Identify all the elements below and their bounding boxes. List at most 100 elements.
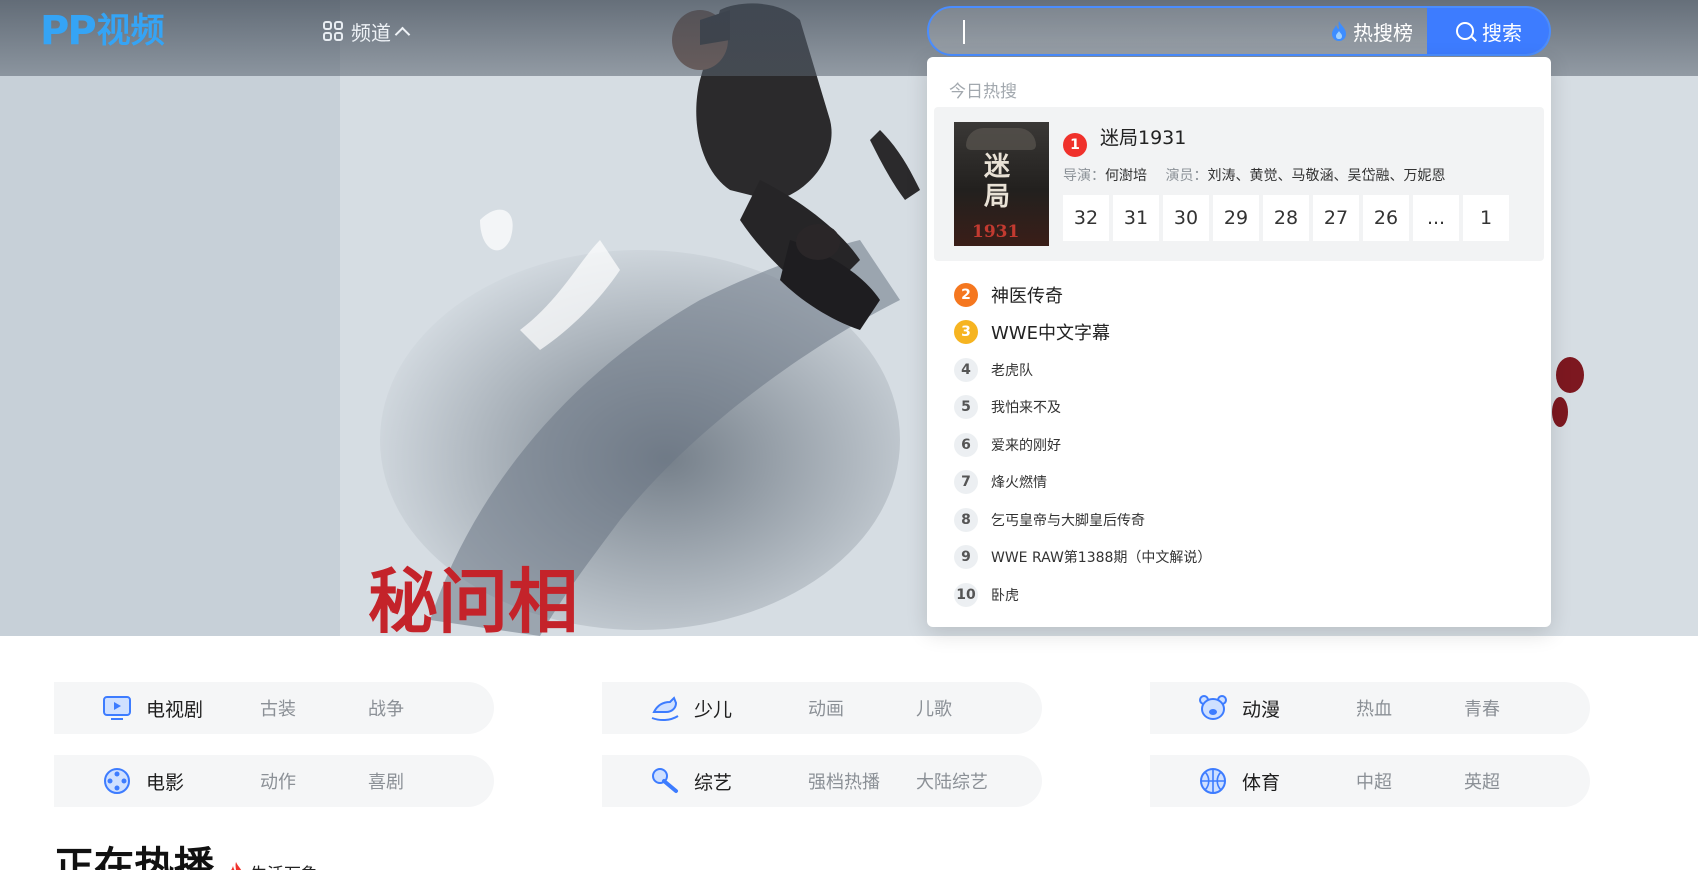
poster-title: 迷局 — [984, 152, 1011, 212]
hot-search-dropdown: 今日热搜 迷局 1931 1 迷局1931 导演：何澍培 演员：刘涛、黄觉、马敬… — [927, 57, 1551, 627]
subcategory-link[interactable]: 中超 — [1356, 768, 1392, 794]
basketball-icon — [1200, 768, 1226, 794]
rank-item-name: WWE中文字幕 — [991, 323, 1110, 345]
rank-badge: 1 — [1063, 133, 1087, 157]
list-item[interactable]: 6 爱来的刚好 — [954, 426, 1534, 464]
section-tag-label: 生活万象 — [250, 860, 318, 870]
subcategory-link[interactable]: 大陆综艺 — [916, 768, 988, 794]
rank-item-name: 老虎队 — [991, 362, 1033, 379]
rank-badge: 10 — [954, 582, 978, 607]
rank-badge: 7 — [954, 470, 978, 495]
section-tag[interactable]: 生活万象 — [228, 860, 318, 870]
list-item[interactable]: 4 老虎队 — [954, 351, 1534, 389]
poster-year: 1931 — [972, 222, 1020, 242]
rank-badge: 5 — [954, 395, 978, 420]
subcategory-link[interactable]: 喜剧 — [368, 768, 404, 794]
rank-item-name: 卧虎 — [991, 587, 1019, 604]
search-bar: 热搜榜 搜索 — [927, 6, 1551, 56]
subcategory-link[interactable]: 动画 — [808, 695, 844, 721]
grid-icon — [323, 21, 343, 41]
hero-title-art: 秘问相 — [368, 560, 578, 636]
section-title: 正在热播 — [54, 844, 214, 870]
director-label: 导演： — [1063, 168, 1105, 184]
rank-item-name: 乞丐皇帝与大脚皇后传奇 — [991, 512, 1145, 529]
featured-hot-item[interactable]: 迷局 1931 1 迷局1931 导演：何澍培 演员：刘涛、黄觉、马敬涵、吴岱融… — [934, 107, 1544, 261]
subcategory-link[interactable]: 青春 — [1464, 695, 1500, 721]
rank-badge: 9 — [954, 545, 978, 570]
channel-label: 频道 — [351, 20, 391, 45]
list-item[interactable]: 9 WWE RAW第1388期（中文解说） — [954, 539, 1534, 577]
search-button[interactable]: 搜索 — [1427, 8, 1549, 54]
flame-icon — [230, 861, 242, 870]
featured-meta: 导演：何澍培 演员：刘涛、黄觉、马敬涵、吴岱融、万妮恩 — [1063, 165, 1445, 185]
list-item[interactable]: 2 神医传奇 — [954, 276, 1534, 314]
subcategory-link[interactable]: 英超 — [1464, 768, 1500, 794]
rank-item-name: 我怕来不及 — [991, 400, 1061, 417]
episode-button[interactable]: 28 — [1263, 195, 1309, 241]
category-sports: 体育 中超 英超 — [1150, 755, 1590, 807]
category-link[interactable]: 电视剧 — [146, 695, 203, 722]
channel-menu-button[interactable]: 频道 — [323, 18, 411, 45]
subcategory-link[interactable]: 强档热播 — [808, 768, 880, 794]
category-link[interactable]: 少儿 — [694, 695, 732, 722]
dropdown-title: 今日热搜 — [949, 82, 1017, 102]
director-name[interactable]: 何澍培 — [1105, 168, 1147, 184]
subcategory-link[interactable]: 战争 — [368, 695, 404, 721]
subcategory-link[interactable]: 热血 — [1356, 695, 1392, 721]
rank-badge: 2 — [954, 282, 978, 307]
subcategory-link[interactable]: 古装 — [260, 695, 296, 721]
tv-icon — [103, 696, 131, 720]
featured-poster[interactable]: 迷局 1931 — [954, 122, 1049, 246]
list-item[interactable]: 5 我怕来不及 — [954, 389, 1534, 427]
subcategory-link[interactable]: 儿歌 — [916, 695, 952, 721]
text-caret — [963, 20, 965, 44]
episode-list: 32 31 30 29 28 27 26 ... 1 — [1063, 195, 1509, 241]
category-link[interactable]: 综艺 — [694, 768, 732, 795]
rank-item-name: 神医传奇 — [991, 285, 1063, 307]
hot-rank-list: 2 神医传奇 3 WWE中文字幕 4 老虎队 5 我怕来不及 6 爱来的刚好 7… — [954, 276, 1534, 614]
list-item[interactable]: 3 WWE中文字幕 — [954, 314, 1534, 352]
microphone-icon — [652, 768, 678, 793]
site-logo[interactable]: PP 视频 — [40, 10, 165, 52]
list-item[interactable]: 7 烽火燃情 — [954, 464, 1534, 502]
episode-button[interactable]: 27 — [1313, 195, 1359, 241]
cast-names[interactable]: 刘涛、黄觉、马敬涵、吴岱融、万妮恩 — [1207, 168, 1445, 184]
hot-search-label: 热搜榜 — [1353, 20, 1413, 45]
episode-button[interactable]: 1 — [1463, 195, 1509, 241]
film-reel-icon — [104, 768, 130, 794]
list-item[interactable]: 8 乞丐皇帝与大脚皇后传奇 — [954, 501, 1534, 539]
search-icon — [1456, 22, 1474, 40]
rocking-horse-icon — [651, 696, 679, 722]
list-item[interactable]: 10 卧虎 — [954, 576, 1534, 614]
featured-title[interactable]: 迷局1931 — [1100, 123, 1186, 150]
rank-badge: 4 — [954, 357, 978, 382]
hot-search-link[interactable]: 热搜榜 — [1331, 17, 1413, 46]
rank-badge: 8 — [954, 507, 978, 532]
category-link[interactable]: 体育 — [1242, 768, 1280, 795]
episode-button[interactable]: 31 — [1113, 195, 1159, 241]
rank-item-name: 爱来的刚好 — [991, 437, 1061, 454]
episode-button[interactable]: 30 — [1163, 195, 1209, 241]
logo-mark: PP — [40, 8, 97, 54]
episode-more-button[interactable]: ... — [1413, 195, 1459, 241]
rank-badge: 6 — [954, 432, 978, 457]
poster-figures — [966, 128, 1036, 150]
rank-badge: 3 — [954, 320, 978, 345]
category-kids: 少儿 动画 儿歌 — [602, 682, 1042, 734]
episode-button[interactable]: 32 — [1063, 195, 1109, 241]
rank-item-name: 烽火燃情 — [991, 475, 1047, 492]
category-variety: 综艺 强档热播 大陆综艺 — [602, 755, 1042, 807]
rank-item-name: WWE RAW第1388期（中文解说） — [991, 550, 1212, 567]
category-anime: 动漫 热血 青春 — [1150, 682, 1590, 734]
category-link[interactable]: 电影 — [146, 768, 184, 795]
episode-button[interactable]: 29 — [1213, 195, 1259, 241]
cast-label: 演员： — [1165, 168, 1208, 184]
category-link[interactable]: 动漫 — [1242, 695, 1280, 722]
chevron-up-icon — [394, 26, 411, 42]
search-input[interactable] — [929, 8, 1331, 54]
episode-button[interactable]: 26 — [1363, 195, 1409, 241]
category-movie: 电影 动作 喜剧 — [54, 755, 494, 807]
subcategory-link[interactable]: 动作 — [260, 768, 296, 794]
category-tv: 电视剧 古装 战争 — [54, 682, 494, 734]
search-button-label: 搜索 — [1482, 22, 1522, 45]
